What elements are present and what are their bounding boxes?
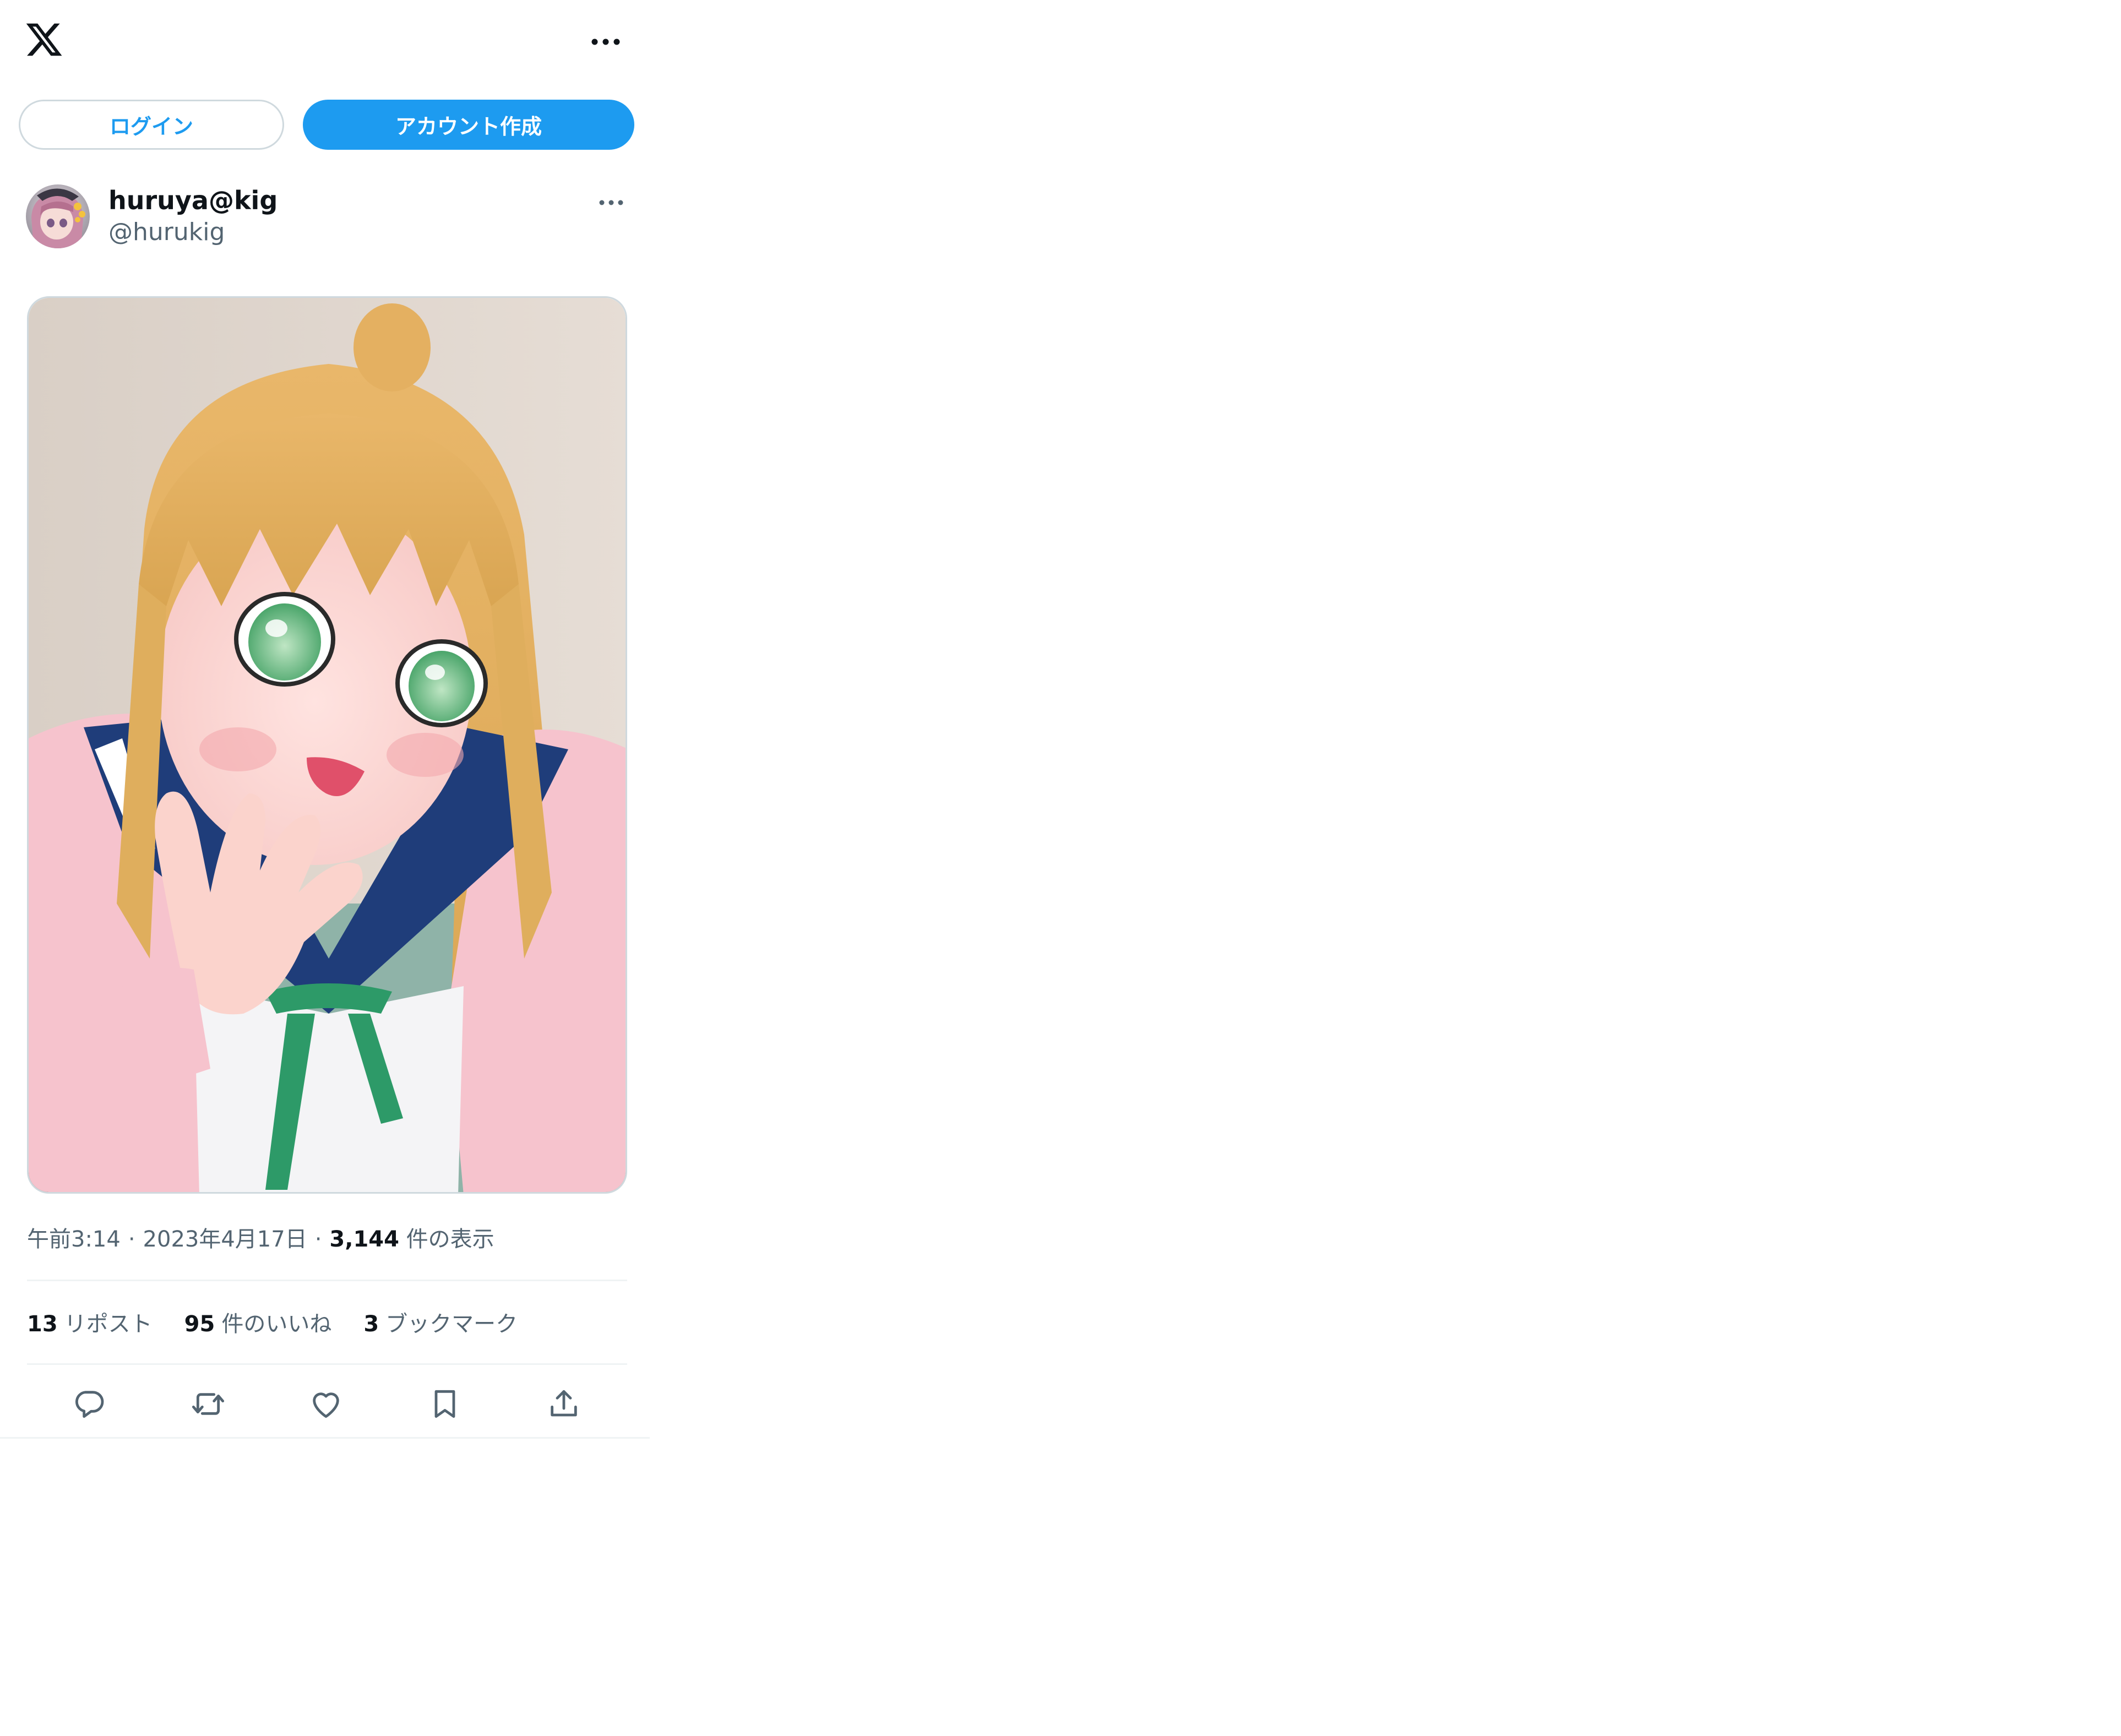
like-stat[interactable]: 95 件のいいね [184, 1306, 332, 1338]
like-label: 件のいいね [221, 1311, 332, 1337]
author-name[interactable]: huruya@kig [108, 186, 278, 215]
heart-icon [313, 1392, 339, 1418]
bookmark-count: 3 [363, 1311, 379, 1337]
tweet-column: ログイン アカウント作成 huruya@kig @hurukig 午前3:14 … [0, 0, 650, 1439]
repost-label: リポスト [64, 1311, 153, 1337]
page: ログイン アカウント作成 huruya@kig @hurukig 午前3:14 … [0, 0, 2121, 1736]
repost-icon [192, 1393, 225, 1415]
tweet-more-icon[interactable] [589, 187, 633, 218]
meta-separator: · [314, 1227, 322, 1252]
bookmark-icon [434, 1390, 455, 1418]
x-logo-icon[interactable] [24, 20, 64, 59]
tweet-photo[interactable] [27, 296, 627, 1194]
like-button[interactable] [304, 1382, 348, 1426]
views-count: 3,144 [329, 1227, 399, 1252]
tweet-action-bar [0, 1376, 650, 1432]
bookmark-label: ブックマーク [385, 1311, 518, 1337]
repost-stat[interactable]: 13 リポスト [27, 1306, 153, 1338]
views-label: 件の表示 [406, 1227, 494, 1252]
author-handle[interactable]: @hurukig [108, 218, 225, 246]
divider [27, 1363, 627, 1365]
tweet-time[interactable]: 午前3:14 [27, 1227, 121, 1252]
divider [27, 1280, 627, 1281]
avatar[interactable] [26, 184, 90, 248]
bookmark-stat[interactable]: 3 ブックマーク [363, 1306, 518, 1338]
repost-button[interactable] [186, 1382, 230, 1426]
avatar-image [26, 184, 90, 248]
photo-illustration [29, 298, 626, 1192]
tweet-more-svg [599, 200, 623, 205]
meta-separator: · [128, 1227, 135, 1252]
share-button[interactable] [542, 1382, 586, 1426]
tweet-timestamp-views: 午前3:14 · 2023年4月17日 · 3,144 件の表示 [27, 1221, 494, 1253]
more-options-icon[interactable] [584, 22, 628, 62]
login-button[interactable]: ログイン [19, 100, 284, 150]
bookmark-button[interactable] [423, 1382, 467, 1426]
tweet-date[interactable]: 2023年4月17日 [143, 1227, 307, 1252]
create-account-button[interactable]: アカウント作成 [303, 100, 634, 150]
like-count: 95 [184, 1311, 215, 1337]
share-icon [551, 1390, 577, 1417]
repost-count: 13 [27, 1311, 58, 1337]
reply-button[interactable] [67, 1382, 111, 1426]
reply-icon [75, 1391, 104, 1418]
more-dots-svg [591, 39, 620, 45]
tweet-stats: 13 リポスト 95 件のいいね 3 ブックマーク [27, 1306, 518, 1338]
x-logo-svg [26, 23, 62, 56]
